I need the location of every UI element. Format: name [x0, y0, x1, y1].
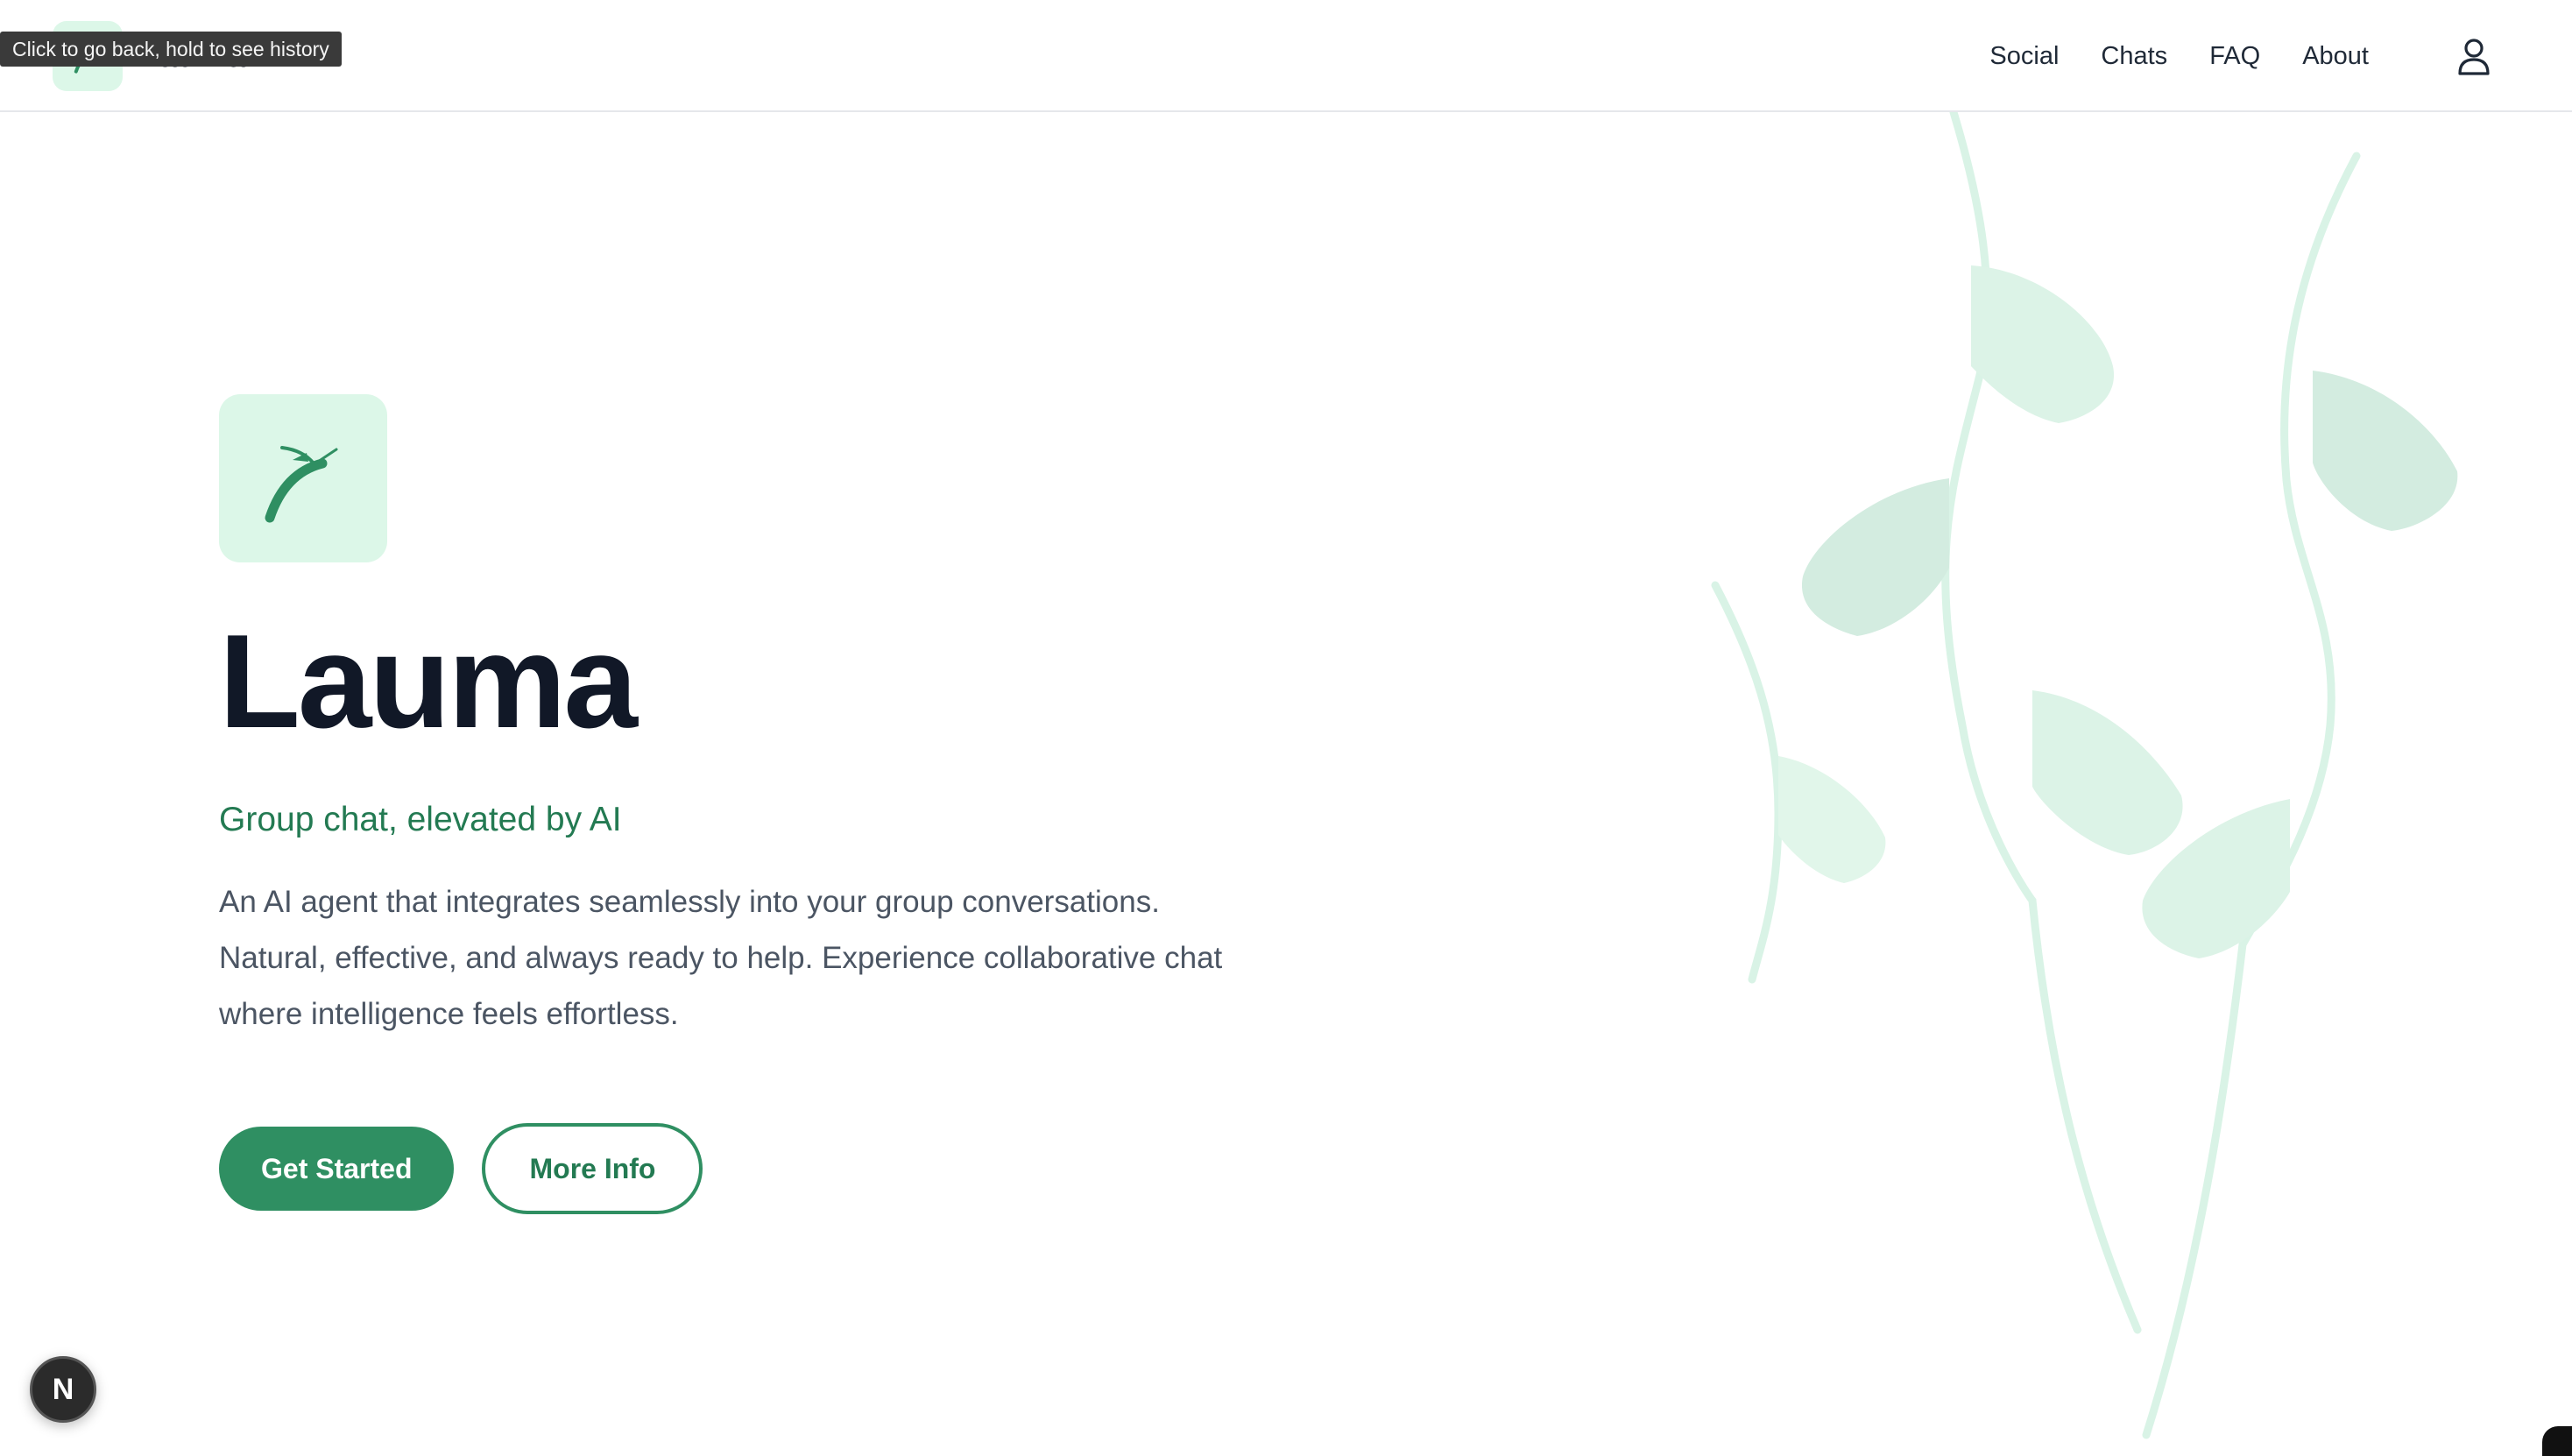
dev-tools-badge[interactable]: N: [30, 1356, 96, 1423]
hero-section: Lauma Group chat, elevated by AI An AI a…: [219, 394, 1270, 1214]
nav-faq[interactable]: FAQ: [2209, 42, 2260, 71]
back-button-tooltip: Click to go back, hold to see history: [0, 32, 342, 67]
decorative-vines: [1711, 112, 2458, 1439]
user-icon: [2458, 39, 2490, 75]
nav-chats[interactable]: Chats: [2101, 42, 2167, 71]
hero-title: Lauma: [219, 607, 638, 756]
feather-logo-icon: [265, 446, 338, 523]
leaves: [1778, 265, 2458, 958]
corner-widget[interactable]: [2542, 1426, 2572, 1456]
more-info-button[interactable]: More Info: [482, 1123, 703, 1214]
get-started-button[interactable]: Get Started: [219, 1127, 455, 1211]
top-navbar: Lauma Click to go back, hold to see hist…: [0, 0, 2572, 112]
user-account-button[interactable]: [2453, 35, 2495, 77]
hero-description: An AI agent that integrates seamlessly i…: [219, 885, 1223, 1031]
nav-about[interactable]: About: [2302, 42, 2369, 71]
page: Lauma Click to go back, hold to see hist…: [0, 0, 2572, 1456]
nav-social[interactable]: Social: [1989, 42, 2059, 71]
main-nav: Social Chats FAQ About: [1989, 0, 2369, 112]
hero-logo: [219, 394, 387, 562]
hero-subtitle: Group chat, elevated by AI: [219, 801, 622, 838]
next-logo-icon: N: [52, 1372, 74, 1406]
cta-buttons: Get Started More Info: [219, 1123, 1270, 1214]
